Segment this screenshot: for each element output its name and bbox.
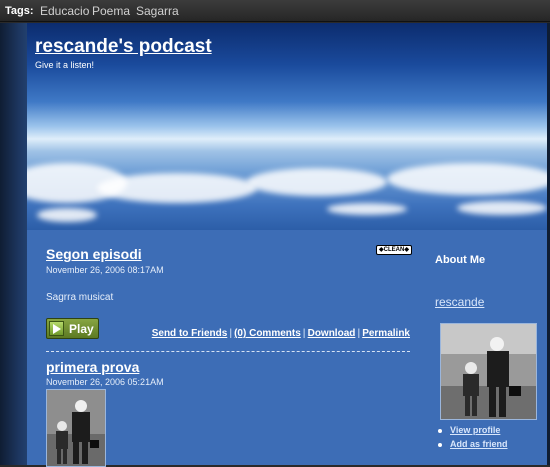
main-content: Segon episodi November 26, 2006 08:17AM … xyxy=(27,230,547,467)
post-title-link[interactable]: primera prova xyxy=(46,359,139,375)
post-body-text: Sagrra musicat xyxy=(46,292,114,303)
sidebar-heading: About Me xyxy=(435,254,486,266)
post-photo xyxy=(46,389,106,467)
play-icon xyxy=(49,321,64,336)
cloud-decoration xyxy=(37,208,97,222)
header-banner: rescande's podcast Give it a listen! xyxy=(27,23,547,230)
cloud-decoration xyxy=(457,201,547,215)
cloud-decoration xyxy=(97,173,257,203)
bullet-icon xyxy=(438,442,442,447)
post-title-link[interactable]: Segon episodi xyxy=(46,246,142,262)
profile-avatar xyxy=(440,323,537,420)
tag-poema-link[interactable]: Poema xyxy=(92,4,130,18)
sidebar-link-item: View profile xyxy=(438,425,508,435)
site-subtitle: Give it a listen! xyxy=(35,60,95,70)
tags-bar: Tags: Educacio Poema Sagarra xyxy=(0,0,550,22)
cloud-decoration xyxy=(247,168,387,196)
tag-sagarra-link[interactable]: Sagarra xyxy=(136,4,179,18)
post-divider xyxy=(46,351,410,352)
play-button[interactable]: Play xyxy=(46,318,99,339)
tag-educacio-link[interactable]: Educacio xyxy=(40,4,89,18)
view-profile-link[interactable]: View profile xyxy=(450,425,500,435)
post-date: November 26, 2006 08:17AM xyxy=(46,265,164,275)
sidebar-links: View profile Add as friend xyxy=(438,425,508,453)
site-title-link[interactable]: rescande's podcast xyxy=(35,36,212,58)
tags-label: Tags: xyxy=(5,5,34,17)
add-as-friend-link[interactable]: Add as friend xyxy=(450,439,508,449)
bullet-icon xyxy=(438,428,442,433)
sidebar-link-item: Add as friend xyxy=(438,439,508,449)
play-button-label: Play xyxy=(69,322,94,336)
cloud-decoration xyxy=(387,163,547,195)
download-link[interactable]: Download xyxy=(308,328,356,339)
comments-link[interactable]: (0) Comments xyxy=(234,328,301,339)
clean-badge: ◆CLEAN◆ xyxy=(376,245,412,255)
permalink-link[interactable]: Permalink xyxy=(362,328,410,339)
profile-name-link[interactable]: rescande xyxy=(435,295,484,309)
left-border-strip xyxy=(0,23,27,465)
send-to-friends-link[interactable]: Send to Friends xyxy=(152,328,228,339)
cloud-decoration xyxy=(327,203,407,215)
post-date: November 26, 2006 05:21AM xyxy=(46,377,164,387)
post-actions: Send to Friends | (0) Comments | Download | Pe… xyxy=(151,328,410,339)
